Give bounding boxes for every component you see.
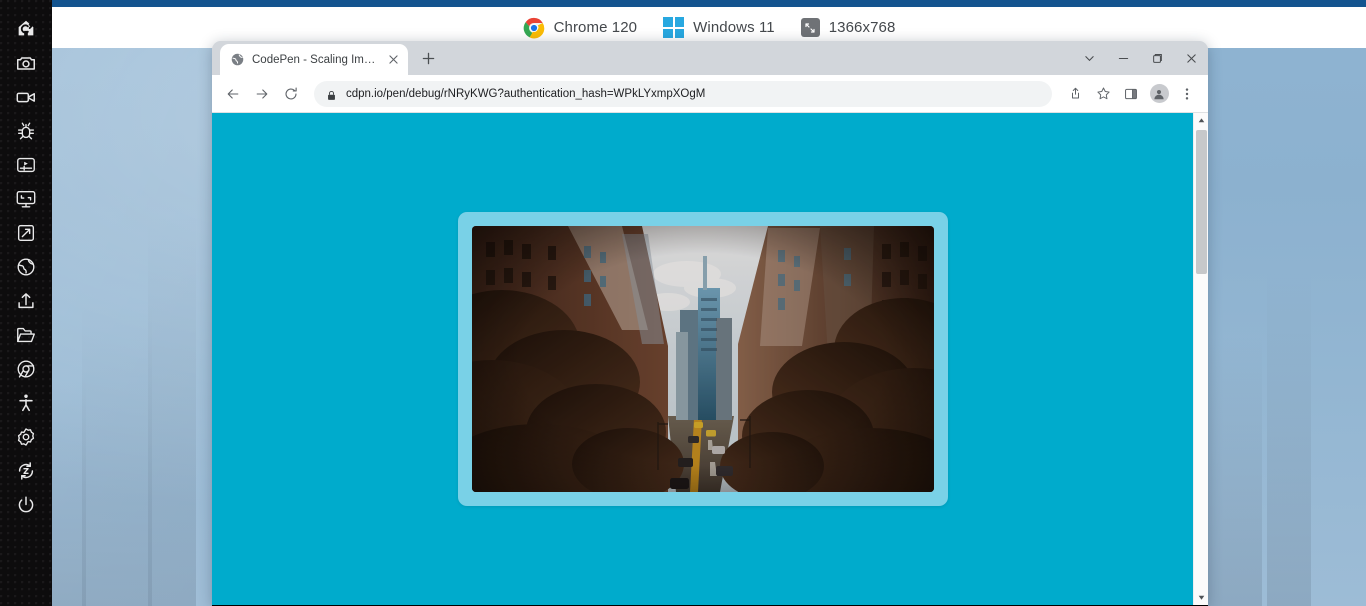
video-camera-icon[interactable] xyxy=(0,80,52,114)
toolbar-right-actions xyxy=(1062,81,1200,107)
windows-logo-icon xyxy=(663,17,684,38)
share-icon[interactable] xyxy=(1062,81,1088,107)
lock-icon xyxy=(326,88,338,100)
globe-icon xyxy=(230,52,245,67)
tab-strip: CodePen - Scaling Images xyxy=(212,41,1208,75)
expand-icon[interactable] xyxy=(0,216,52,250)
close-icon[interactable] xyxy=(386,52,401,67)
star-icon[interactable] xyxy=(1090,81,1116,107)
close-button[interactable] xyxy=(1174,41,1208,75)
minimize-button[interactable] xyxy=(1106,41,1140,75)
tab-search-icon[interactable] xyxy=(1072,41,1106,75)
new-tab-button[interactable] xyxy=(415,45,442,72)
top-accent-strip xyxy=(52,0,1366,7)
resolution-label: 1366x768 xyxy=(829,19,896,36)
browser-info-chip: Chrome 120 xyxy=(523,17,638,39)
city-street-photo xyxy=(472,226,934,492)
play-monitor-icon[interactable] xyxy=(0,148,52,182)
chrome-icon[interactable] xyxy=(0,352,52,386)
bug-icon[interactable] xyxy=(0,114,52,148)
side-panel-icon[interactable] xyxy=(1118,81,1144,107)
folder-icon[interactable] xyxy=(0,318,52,352)
power-icon[interactable] xyxy=(0,488,52,522)
kebab-menu-icon[interactable] xyxy=(1174,81,1200,107)
resize-icon xyxy=(801,18,820,37)
camera-icon[interactable] xyxy=(0,46,52,80)
os-label: Windows 11 xyxy=(693,19,775,36)
globe-icon[interactable] xyxy=(0,250,52,284)
os-info-chip: Windows 11 xyxy=(663,17,775,38)
image-frame xyxy=(458,212,948,506)
forward-icon[interactable] xyxy=(249,81,275,107)
tab-title: CodePen - Scaling Images xyxy=(252,54,379,66)
gear-icon[interactable] xyxy=(0,420,52,454)
app-logo-icon[interactable] xyxy=(0,12,52,46)
tool-sidebar[interactable] xyxy=(0,0,52,606)
back-icon[interactable] xyxy=(220,81,246,107)
browser-window: CodePen - Scaling Images xyxy=(212,41,1208,606)
url-text: cdpn.io/pen/debug/rNRyKWG?authentication… xyxy=(346,88,705,100)
page-viewport xyxy=(212,113,1208,605)
reload-icon[interactable] xyxy=(278,81,304,107)
scrollbar-thumb[interactable] xyxy=(1196,130,1207,274)
window-controls xyxy=(1072,41,1208,75)
chrome-icon xyxy=(523,17,545,39)
browser-toolbar: cdpn.io/pen/debug/rNRyKWG?authentication… xyxy=(212,75,1208,113)
codepen-page xyxy=(212,113,1193,605)
sync-icon[interactable] xyxy=(0,454,52,488)
upload-icon[interactable] xyxy=(0,284,52,318)
profile-avatar-icon[interactable] xyxy=(1146,81,1172,107)
page-scrollbar[interactable] xyxy=(1193,113,1208,605)
maximize-button[interactable] xyxy=(1140,41,1174,75)
browser-tab[interactable]: CodePen - Scaling Images xyxy=(220,44,408,75)
resolution-info-chip: 1366x768 xyxy=(801,18,896,37)
address-bar[interactable]: cdpn.io/pen/debug/rNRyKWG?authentication… xyxy=(314,81,1052,107)
scroll-down-icon[interactable] xyxy=(1194,590,1208,605)
monitor-icon[interactable] xyxy=(0,182,52,216)
accessibility-icon[interactable] xyxy=(0,386,52,420)
scroll-up-icon[interactable] xyxy=(1194,113,1208,128)
browser-label: Chrome 120 xyxy=(554,19,638,36)
